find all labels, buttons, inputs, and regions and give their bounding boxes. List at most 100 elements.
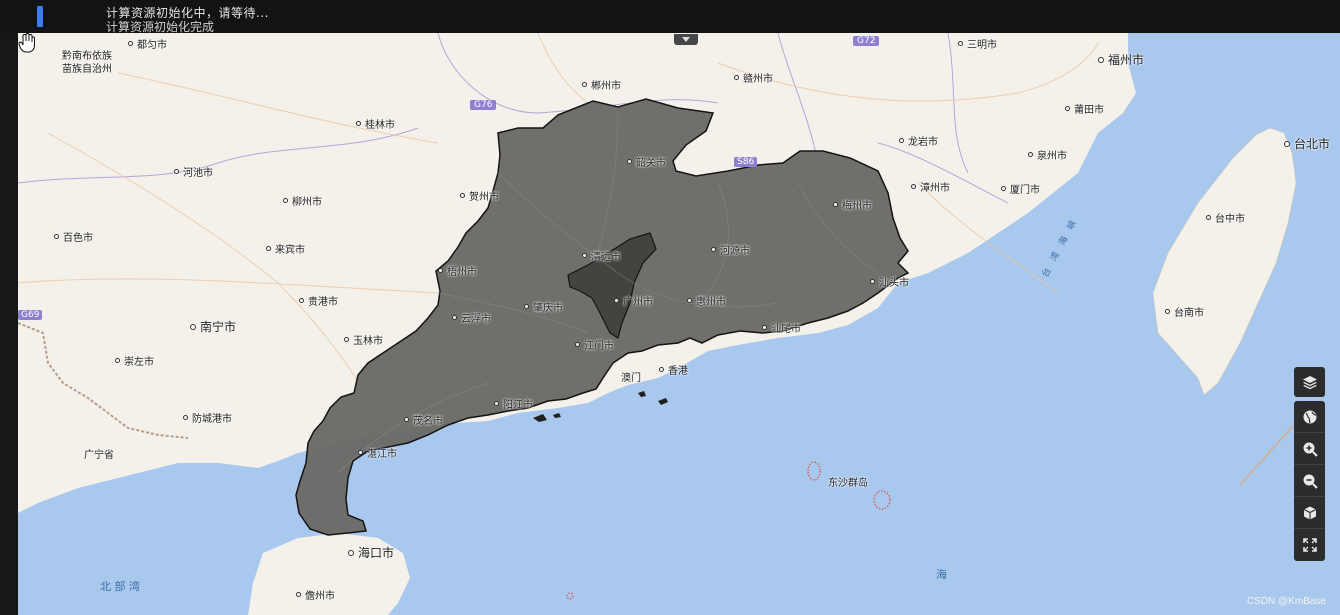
view-3d-button[interactable] [1294, 497, 1325, 529]
city-dot-icon [54, 234, 59, 239]
city-name: 贺州市 [469, 192, 499, 203]
fullscreen-icon [1302, 538, 1317, 552]
city-label[interactable]: 台南市 [1165, 304, 1204, 319]
city-label[interactable]: 河池市 [174, 164, 213, 179]
water-label-sea: 海 [936, 568, 947, 581]
city-label[interactable]: 台中市 [1206, 210, 1245, 225]
city-label[interactable]: 阳江市 [494, 396, 533, 411]
city-label[interactable]: 南宁市 [190, 318, 236, 335]
city-label[interactable]: 赣州市 [734, 70, 773, 85]
left-panel-edge [0, 33, 18, 615]
city-dot-icon [404, 417, 409, 422]
city-dot-icon [494, 401, 499, 406]
city-label[interactable]: 广宁省 [84, 446, 114, 461]
zoom-out-button[interactable] [1294, 465, 1325, 497]
city-label[interactable]: 来宾市 [266, 241, 305, 256]
city-label[interactable]: 贵港市 [299, 293, 338, 308]
city-dot-icon [1065, 106, 1070, 111]
zoom-in-button[interactable] [1294, 433, 1325, 465]
city-name: 都匀市 [137, 40, 167, 51]
city-label[interactable]: 防城港市 [183, 410, 232, 425]
cube-icon [1303, 506, 1316, 519]
city-label[interactable]: 澳门 [621, 369, 641, 384]
city-label[interactable]: 百色市 [54, 229, 93, 244]
map-controls [1294, 367, 1325, 561]
city-label[interactable]: 云浮市 [452, 310, 491, 325]
city-name: 桂林市 [365, 120, 395, 131]
city-label[interactable]: 香港 [659, 362, 688, 377]
city-name: 河池市 [183, 168, 213, 179]
city-name: 崇左市 [124, 357, 154, 368]
progress-indicator [37, 6, 43, 27]
globe-button[interactable] [1294, 401, 1325, 433]
city-label[interactable]: 都匀市 [128, 36, 167, 51]
city-dot-icon [575, 342, 580, 347]
city-label[interactable]: 三明市 [958, 36, 997, 51]
city-label[interactable]: 惠州市 [687, 293, 726, 308]
city-label[interactable]: 厦门市 [1001, 181, 1040, 196]
city-label[interactable]: 广州市 [614, 293, 653, 308]
city-dot-icon [115, 358, 120, 363]
city-name: 东沙群岛 [828, 478, 868, 489]
city-label[interactable]: 韶关市 [627, 154, 666, 169]
zoom-out-icon [1303, 474, 1318, 489]
city-label[interactable]: 汕尾市 [762, 320, 801, 335]
city-dot-icon [438, 268, 443, 273]
city-label[interactable]: 台北市 [1284, 135, 1330, 152]
city-name: 玉林市 [353, 336, 383, 347]
layers-button[interactable] [1294, 367, 1325, 397]
city-label[interactable]: 福州市 [1098, 51, 1144, 68]
city-dot-icon [1206, 215, 1211, 220]
city-label[interactable]: 龙岩市 [899, 133, 938, 148]
ferry-line [1239, 425, 1294, 486]
city-dot-icon [582, 82, 587, 87]
city-dot-icon [452, 315, 457, 320]
city-name: 漳州市 [920, 183, 950, 194]
city-label[interactable]: 江门市 [575, 337, 614, 352]
city-label[interactable]: 崇左市 [115, 353, 154, 368]
city-label[interactable]: 郴州市 [582, 77, 621, 92]
city-label[interactable]: 清远市 [582, 248, 621, 263]
city-name: 湛江市 [367, 449, 397, 460]
city-name: 来宾市 [275, 245, 305, 256]
city-name: 莆田市 [1074, 105, 1104, 116]
city-dot-icon [833, 202, 838, 207]
map-canvas[interactable]: G72 G76 G69 S86 都匀市 黔南布依族 苗族自治州 桂林市 河池市 柳州市 百色… [18, 33, 1340, 615]
city-dot-icon [299, 298, 304, 303]
city-name: 台中市 [1215, 214, 1245, 225]
city-label[interactable]: 汕头市 [870, 274, 909, 289]
city-label[interactable]: 海口市 [348, 544, 394, 561]
city-name: 清远市 [591, 252, 621, 263]
fullscreen-button[interactable] [1294, 529, 1325, 561]
city-label[interactable]: 梧州市 [438, 263, 477, 278]
city-label[interactable]: 莆田市 [1065, 101, 1104, 116]
collapse-toggle[interactable] [674, 34, 698, 45]
city-label[interactable]: 泉州市 [1028, 147, 1067, 162]
city-dot-icon [344, 337, 349, 342]
city-name: 柳州市 [292, 197, 322, 208]
city-name: 海口市 [358, 546, 395, 560]
city-label[interactable]: 贺州市 [460, 188, 499, 203]
city-label[interactable]: 儋州市 [296, 587, 335, 602]
city-label[interactable]: 东沙群岛 [828, 474, 868, 489]
city-label[interactable]: 苗族自治州 [62, 60, 112, 75]
city-label[interactable]: 湛江市 [358, 445, 397, 460]
city-label[interactable]: 玉林市 [344, 332, 383, 347]
city-name: 台北市 [1294, 137, 1331, 151]
city-label[interactable]: 漳州市 [911, 179, 950, 194]
zoom-in-icon [1303, 442, 1318, 457]
city-label[interactable]: 茂名市 [404, 412, 443, 427]
city-dot-icon [899, 138, 904, 143]
city-dot-icon [1284, 140, 1290, 147]
city-label[interactable]: 河源市 [711, 242, 750, 257]
city-label[interactable]: 肇庆市 [524, 299, 563, 314]
map-control-group [1294, 401, 1325, 561]
city-name: 郴州市 [591, 81, 621, 92]
city-name: 厦门市 [1010, 185, 1040, 196]
city-label[interactable]: 柳州市 [283, 193, 322, 208]
water-label-beibu: 北 部 湾 [100, 580, 140, 593]
city-label[interactable]: 梅州市 [833, 197, 872, 212]
layers-icon [1302, 376, 1317, 390]
city-label[interactable]: 桂林市 [356, 116, 395, 131]
road-shield: G72 [853, 36, 880, 46]
